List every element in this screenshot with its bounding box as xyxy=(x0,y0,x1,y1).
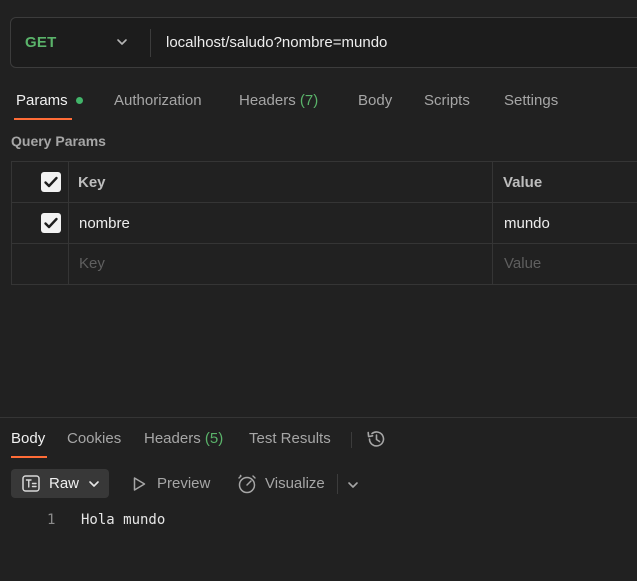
response-tab-headers-label: Headers xyxy=(144,430,201,447)
method-select[interactable]: GET xyxy=(25,34,56,51)
select-all-checkbox[interactable] xyxy=(41,172,61,192)
raw-format-label: Raw xyxy=(49,475,80,492)
response-tab-test-results[interactable]: Test Results xyxy=(249,430,331,447)
raw-format-select[interactable]: Raw xyxy=(11,469,109,498)
checkbox-checked-icon xyxy=(44,176,58,188)
tab-authorization[interactable]: Authorization xyxy=(114,92,202,109)
chevron-down-icon[interactable] xyxy=(346,478,360,492)
param-key-input[interactable]: nombre xyxy=(79,215,130,232)
tab-body[interactable]: Body xyxy=(358,92,392,109)
url-divider xyxy=(150,29,151,57)
text-document-icon xyxy=(22,475,40,492)
response-divider[interactable] xyxy=(0,417,637,418)
key-column-header: Key xyxy=(78,174,106,191)
chevron-down-icon xyxy=(89,481,99,487)
tab-headers-label: Headers xyxy=(239,92,296,109)
table-divider xyxy=(68,162,69,284)
new-key-input[interactable]: Key xyxy=(79,255,105,272)
value-column-header: Value xyxy=(503,174,543,191)
query-params-title: Query Params xyxy=(11,133,106,149)
response-tab-headers-count: (5) xyxy=(204,430,224,447)
table-divider xyxy=(12,243,637,244)
history-icon[interactable] xyxy=(365,428,387,450)
preview-button[interactable]: Preview xyxy=(157,475,210,492)
url-bar: GET localhost/saludo?nombre=mundo xyxy=(10,17,637,68)
query-params-table: Key Value nombre mundo Key Value xyxy=(11,161,637,285)
visualize-button[interactable]: Visualize xyxy=(265,475,325,492)
response-tab-body-underline xyxy=(11,456,47,458)
tab-params[interactable]: Params xyxy=(16,92,68,109)
params-indicator-dot xyxy=(76,97,83,104)
tab-separator xyxy=(351,432,352,448)
chevron-down-icon[interactable] xyxy=(115,35,129,49)
line-number: 1 xyxy=(47,512,56,528)
tab-headers[interactable]: Headers (7) xyxy=(239,92,318,109)
checkbox-checked-icon xyxy=(44,217,58,229)
tab-settings[interactable]: Settings xyxy=(504,92,558,109)
play-triangle-icon[interactable] xyxy=(131,476,147,492)
url-input[interactable]: localhost/saludo?nombre=mundo xyxy=(166,34,387,51)
table-divider xyxy=(492,162,493,284)
tab-params-underline xyxy=(14,118,72,120)
visualize-icon[interactable] xyxy=(236,473,258,495)
response-tab-cookies[interactable]: Cookies xyxy=(67,430,121,447)
table-divider xyxy=(12,202,637,203)
toolbar-separator xyxy=(337,474,338,494)
param-row-checkbox[interactable] xyxy=(41,213,61,233)
response-tab-headers[interactable]: Headers (5) xyxy=(144,430,223,447)
response-tab-body[interactable]: Body xyxy=(11,430,45,447)
param-value-input[interactable]: mundo xyxy=(504,215,550,232)
tab-scripts[interactable]: Scripts xyxy=(424,92,470,109)
response-body-text[interactable]: Hola mundo xyxy=(81,512,165,528)
new-value-input[interactable]: Value xyxy=(504,255,541,272)
tab-headers-count: (7) xyxy=(299,92,319,109)
